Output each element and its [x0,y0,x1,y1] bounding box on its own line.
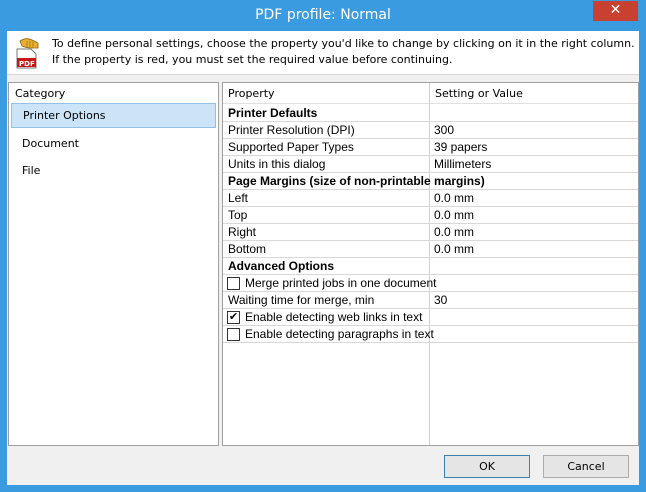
property-value[interactable]: 0.0 mm [434,207,474,223]
property-row[interactable]: Waiting time for merge, min 30 [223,292,638,309]
dialog-body: PDF To define personal settings, choose … [7,31,639,485]
property-value[interactable]: 0.0 mm [434,190,474,206]
property-label: Right [228,225,257,239]
property-row[interactable]: Printer Resolution (DPI) 300 [223,122,638,139]
group-label: Printer Defaults [228,106,318,120]
column-header-property[interactable]: Property [223,83,429,104]
web-links-checkbox[interactable]: ✔ [227,311,240,324]
group-row: Advanced Options [223,258,638,275]
property-row[interactable]: Supported Paper Types 39 papers [223,139,638,156]
property-label: Left [228,191,249,205]
group-row: Page Margins (size of non-printable marg… [223,173,638,190]
property-value[interactable]: 30 [434,292,447,308]
property-value[interactable]: 0.0 mm [434,241,474,257]
checkbox-label: Enable detecting paragraphs in text [245,327,434,341]
category-item-printer-options[interactable]: Printer Options [11,103,216,128]
category-header: Category [15,87,66,100]
checkbox-row[interactable]: Enable detecting paragraphs in text [223,326,638,343]
property-value[interactable]: 300 [434,122,454,138]
title-bar[interactable]: PDF profile: Normal ✕ [0,0,646,31]
group-label: Page Margins (size of non-printable marg… [228,174,485,188]
checkbox-row[interactable]: Merge printed jobs in one document [223,275,638,292]
property-label: Units in this dialog [228,157,326,171]
property-value[interactable]: Millimeters [434,156,491,172]
checkbox-label: Enable detecting web links in text [245,310,423,324]
paragraphs-checkbox[interactable] [227,328,240,341]
property-value[interactable]: 0.0 mm [434,224,474,240]
intro-text: To define personal settings, choose the … [52,37,635,66]
intro-banner: PDF To define personal settings, choose … [7,31,639,75]
ok-button[interactable]: OK [444,455,530,478]
property-label: Top [228,208,248,222]
property-value[interactable]: 39 papers [434,139,487,155]
merge-jobs-checkbox[interactable] [227,277,240,290]
checkbox-row[interactable]: ✔ Enable detecting web links in text [223,309,638,326]
property-grid[interactable]: Property Setting or Value Printer Defaul… [222,82,639,446]
property-label: Bottom [228,242,267,256]
pdf-hand-icon: PDF [14,37,40,69]
property-row[interactable]: Bottom 0.0 mm [223,241,638,258]
checkbox-label: Merge printed jobs in one document [245,276,437,290]
property-label: Printer Resolution (DPI) [228,123,355,137]
property-row[interactable]: Units in this dialog Millimeters [223,156,638,173]
dialog-window: PDF profile: Normal ✕ PDF To define pers… [0,0,646,492]
category-item-file[interactable]: File [11,158,216,183]
cancel-button[interactable]: Cancel [543,455,629,478]
close-button[interactable]: ✕ [593,1,638,21]
property-label: Supported Paper Types [228,140,354,154]
window-title: PDF profile: Normal [255,7,391,23]
property-row[interactable]: Top 0.0 mm [223,207,638,224]
property-row[interactable]: Left 0.0 mm [223,190,638,207]
group-label: Advanced Options [228,259,335,273]
svg-text:PDF: PDF [19,60,35,68]
category-item-document[interactable]: Document [11,131,216,156]
group-row: Printer Defaults [223,105,638,122]
property-label: Waiting time for merge, min [228,293,375,307]
property-row[interactable]: Right 0.0 mm [223,224,638,241]
category-list[interactable]: Category Printer Options Document File [8,82,219,446]
column-header-value[interactable]: Setting or Value [430,83,638,104]
